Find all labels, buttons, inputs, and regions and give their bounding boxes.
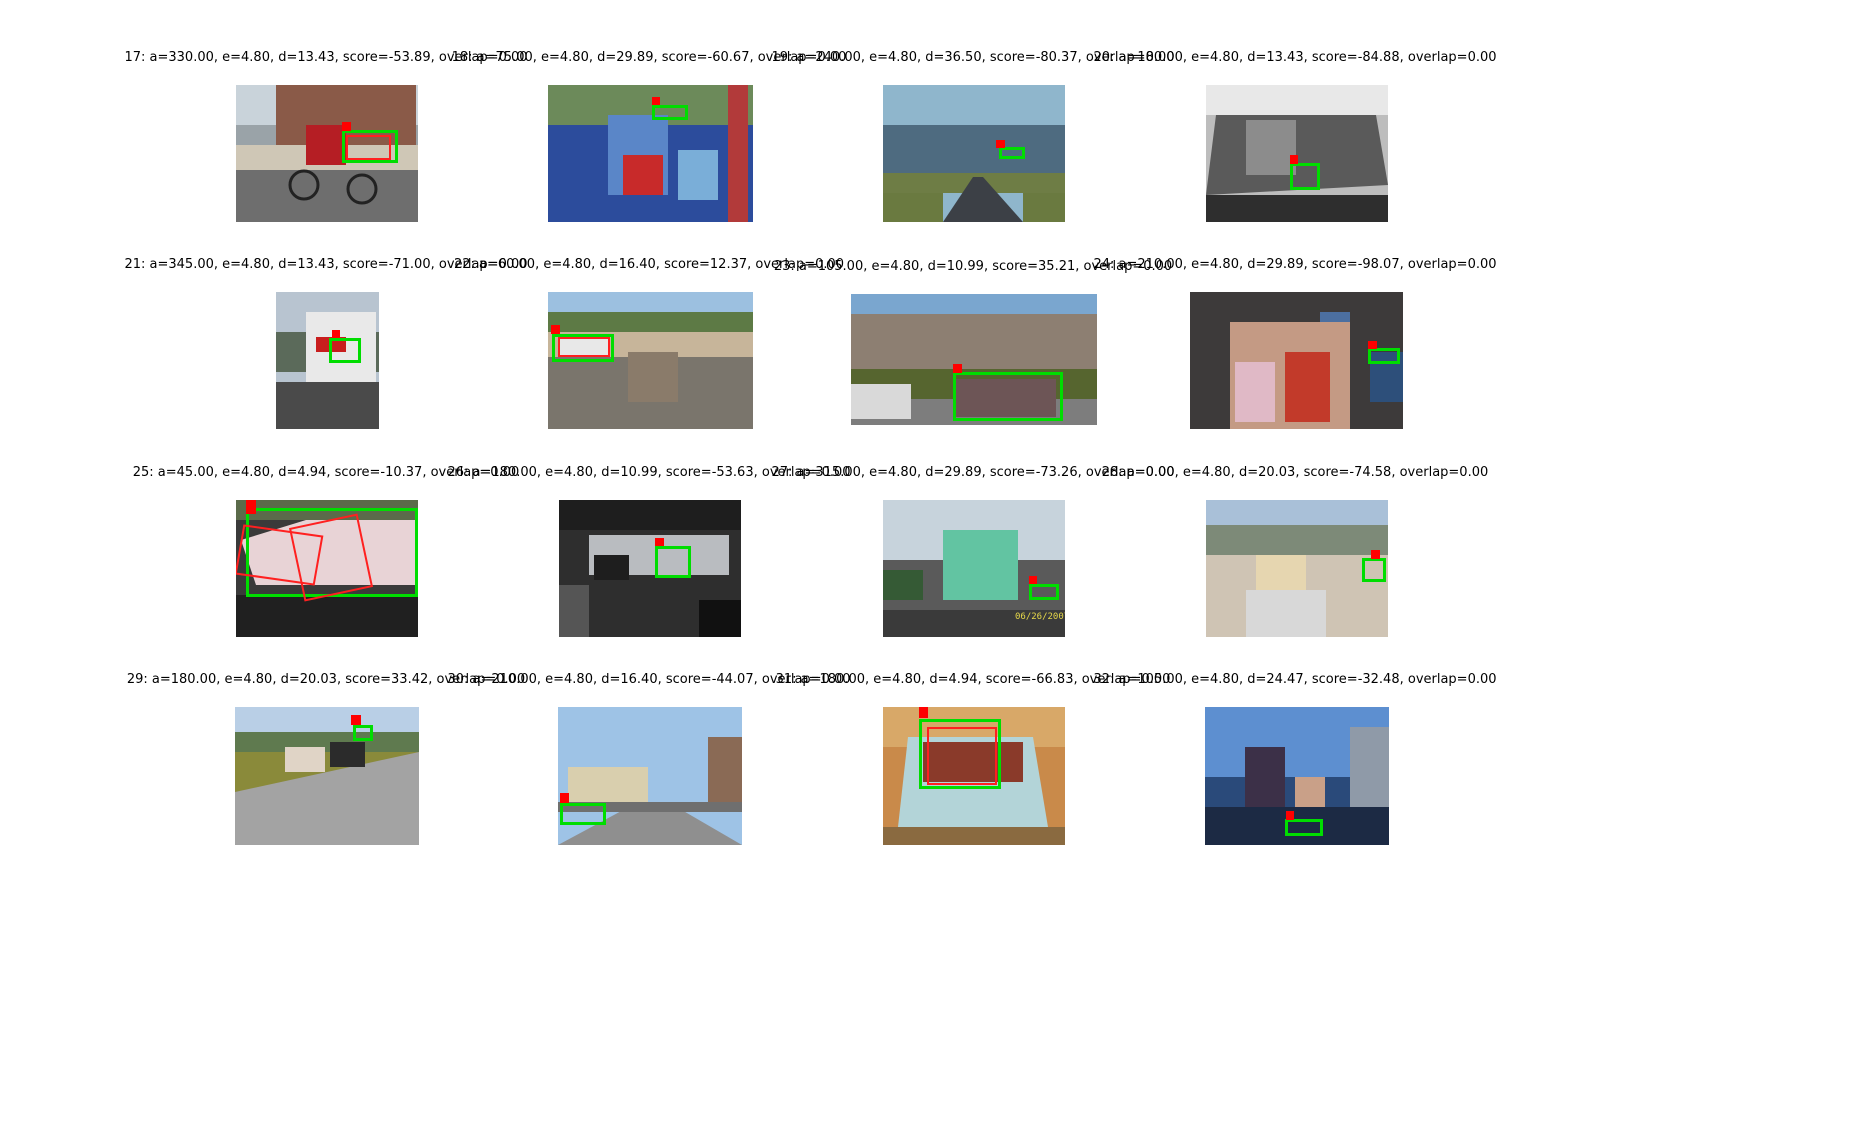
pose-marker (652, 97, 660, 105)
detection-box (999, 147, 1025, 159)
panel-image (1206, 85, 1388, 222)
panel-image (1190, 292, 1403, 429)
detection-box (1368, 348, 1400, 364)
detection-box (353, 725, 373, 741)
pose-marker (342, 122, 351, 131)
detection-box (652, 105, 688, 120)
pose-wireframe (288, 513, 374, 602)
panel-caption: 24: a=210.00, e=4.80, d=29.89, score=-98… (1093, 257, 1497, 272)
pose-marker (1029, 576, 1037, 584)
date-stamp: 06/26/2007 (1015, 612, 1065, 622)
detection-box (953, 372, 1063, 421)
detection-box (1290, 163, 1320, 190)
panel-caption: 32: a=105.00, e=4.80, d=24.47, score=-32… (1093, 672, 1497, 687)
panel-image (1205, 707, 1389, 845)
pose-marker (1368, 341, 1377, 349)
pose-marker (332, 330, 340, 338)
pose-marker (655, 538, 664, 546)
panel-image (548, 292, 753, 429)
panel-image (1206, 500, 1388, 637)
pose-marker (1286, 811, 1294, 820)
pose-marker (351, 715, 361, 725)
pose-wireframe (558, 337, 610, 357)
detection-box (329, 338, 361, 363)
panel-image (235, 707, 419, 845)
detection-box (1362, 558, 1386, 582)
panel-image (883, 85, 1065, 222)
pose-marker (560, 793, 569, 803)
pose-marker (1290, 155, 1298, 164)
panel-image (276, 292, 379, 429)
panel-image (559, 500, 741, 637)
detection-box (655, 546, 691, 578)
panel-caption: 28: a=0.00, e=4.80, d=20.03, score=-74.5… (1101, 465, 1489, 480)
panel-image (236, 500, 418, 637)
detection-box (1285, 819, 1323, 836)
pose-marker (996, 140, 1005, 148)
detection-box (1029, 584, 1059, 600)
pose-marker (551, 325, 560, 334)
detection-box (560, 803, 606, 825)
pose-marker (1371, 550, 1380, 559)
panel-image (883, 707, 1065, 845)
panel-image (558, 707, 742, 845)
panel-image: 06/26/2007 (883, 500, 1065, 637)
panel-caption: 20: a=180.00, e=4.80, d=13.43, score=-84… (1093, 50, 1497, 65)
pose-wireframe (346, 135, 391, 160)
pose-marker (246, 500, 256, 514)
panel-image (236, 85, 418, 222)
panel-image (851, 294, 1097, 425)
panel-image (548, 85, 753, 222)
pose-marker (953, 364, 962, 373)
pose-wireframe (927, 727, 997, 785)
pose-marker (919, 707, 928, 718)
